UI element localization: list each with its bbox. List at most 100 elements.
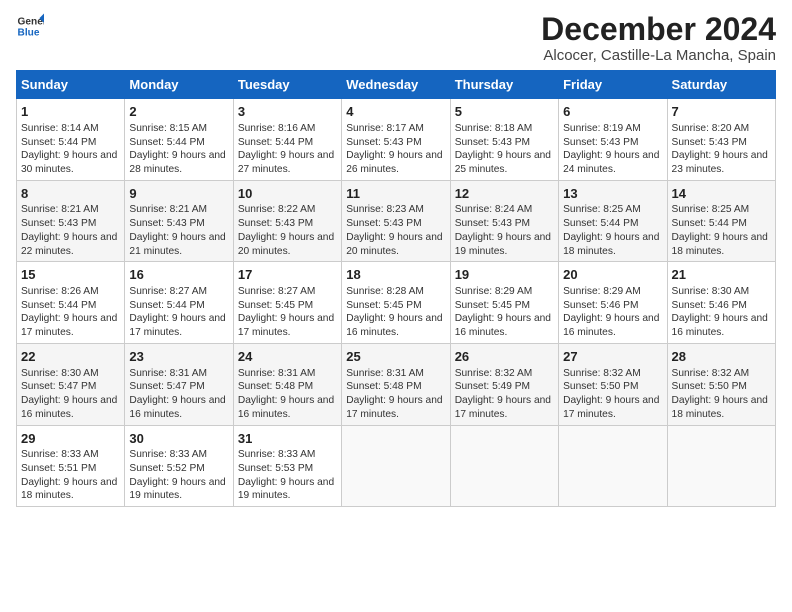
day-number: 29 — [21, 430, 120, 448]
sunrise-label: Sunrise: 8:27 AM — [238, 286, 316, 297]
day-number: 17 — [238, 266, 337, 284]
day-number: 15 — [21, 266, 120, 284]
calendar-week-4: 29Sunrise: 8:33 AMSunset: 5:51 PMDayligh… — [17, 425, 776, 507]
table-row: 14Sunrise: 8:25 AMSunset: 5:44 PMDayligh… — [667, 180, 775, 262]
sunset-label: Sunset: 5:50 PM — [563, 381, 638, 392]
sunset-label: Sunset: 5:47 PM — [129, 381, 204, 392]
table-row — [450, 425, 558, 507]
sunset-label: Sunset: 5:43 PM — [346, 218, 421, 229]
table-row: 30Sunrise: 8:33 AMSunset: 5:52 PMDayligh… — [125, 425, 233, 507]
col-friday: Friday — [559, 71, 667, 99]
sunrise-label: Sunrise: 8:16 AM — [238, 123, 316, 134]
col-thursday: Thursday — [450, 71, 558, 99]
day-number: 26 — [455, 348, 554, 366]
table-row — [667, 425, 775, 507]
sunrise-label: Sunrise: 8:33 AM — [238, 449, 316, 460]
daylight-label: Daylight: 9 hours and 24 minutes. — [563, 150, 659, 175]
day-number: 23 — [129, 348, 228, 366]
day-number: 14 — [672, 185, 771, 203]
day-number: 6 — [563, 103, 662, 121]
calendar-week-0: 1Sunrise: 8:14 AMSunset: 5:44 PMDaylight… — [17, 99, 776, 181]
sunset-label: Sunset: 5:43 PM — [563, 137, 638, 148]
sunrise-label: Sunrise: 8:32 AM — [563, 368, 641, 379]
sunrise-label: Sunrise: 8:27 AM — [129, 286, 207, 297]
calendar-week-2: 15 Sunrise: 8:26 AM Sunset: 5:44 PM Dayligh… — [17, 262, 776, 344]
sunset-label: Sunset: 5:43 PM — [21, 218, 96, 229]
day-number: 28 — [672, 348, 771, 366]
sunset-label: Sunset: 5:50 PM — [672, 381, 747, 392]
sunset-label: Sunset: 5:43 PM — [455, 218, 530, 229]
sunrise-label: Sunrise: 8:29 AM — [455, 286, 533, 297]
table-row: 7Sunrise: 8:20 AMSunset: 5:43 PMDaylight… — [667, 99, 775, 181]
table-row: 2Sunrise: 8:15 AMSunset: 5:44 PMDaylight… — [125, 99, 233, 181]
col-sunday: Sunday — [17, 71, 125, 99]
sunrise-label: Sunrise: 8:18 AM — [455, 123, 533, 134]
table-row: 8Sunrise: 8:21 AMSunset: 5:43 PMDaylight… — [17, 180, 125, 262]
day-number: 5 — [455, 103, 554, 121]
sunrise-label: Sunrise: 8:20 AM — [672, 123, 750, 134]
sunset-label: Sunset: 5:48 PM — [238, 381, 313, 392]
daylight-label: Daylight: 9 hours and 18 minutes. — [672, 395, 768, 420]
sunrise-label: Sunrise: 8:26 AM — [21, 286, 99, 297]
sunset-label: Sunset: 5:51 PM — [21, 463, 96, 474]
daylight-label: Daylight: 9 hours and 17 minutes. — [238, 313, 334, 338]
daylight-label: Daylight: 9 hours and 18 minutes. — [672, 232, 768, 257]
daylight-label: Daylight: 9 hours and 26 minutes. — [346, 150, 442, 175]
table-row — [342, 425, 450, 507]
col-wednesday: Wednesday — [342, 71, 450, 99]
table-row — [559, 425, 667, 507]
table-row: 28 Sunrise: 8:32 AM Sunset: 5:50 PM Dayligh… — [667, 344, 775, 426]
sunrise-label: Sunrise: 8:33 AM — [21, 449, 99, 460]
table-row: 15 Sunrise: 8:26 AM Sunset: 5:44 PM Dayligh… — [17, 262, 125, 344]
sunset-label: Sunset: 5:44 PM — [129, 137, 204, 148]
day-number: 12 — [455, 185, 554, 203]
table-row: 27Sunrise: 8:32 AMSunset: 5:50 PMDayligh… — [559, 344, 667, 426]
sunrise-label: Sunrise: 8:14 AM — [21, 123, 99, 134]
day-number: 10 — [238, 185, 337, 203]
logo-icon: General Blue — [16, 12, 44, 40]
daylight-label: Daylight: 9 hours and 16 minutes. — [346, 313, 442, 338]
daylight-label: Daylight: 9 hours and 20 minutes. — [238, 232, 334, 257]
daylight-label: Daylight: 9 hours and 19 minutes. — [455, 232, 551, 257]
day-number: 22 — [21, 348, 120, 366]
sunrise-label: Sunrise: 8:32 AM — [672, 368, 750, 379]
sunset-label: Sunset: 5:47 PM — [21, 381, 96, 392]
day-number: 25 — [346, 348, 445, 366]
table-row: 25Sunrise: 8:31 AMSunset: 5:48 PMDayligh… — [342, 344, 450, 426]
sunset-label: Sunset: 5:46 PM — [672, 300, 747, 311]
sunset-label: Sunset: 5:43 PM — [238, 218, 313, 229]
table-row: 12Sunrise: 8:24 AM Sunset: 5:43 PM Dayligh… — [450, 180, 558, 262]
table-row: 6Sunrise: 8:19 AMSunset: 5:43 PMDaylight… — [559, 99, 667, 181]
table-row: 22Sunrise: 8:30 AMSunset: 5:47 PMDayligh… — [17, 344, 125, 426]
table-row: 23 Sunrise: 8:31 AM Sunset: 5:47 PM Dayligh… — [125, 344, 233, 426]
day-number: 4 — [346, 103, 445, 121]
daylight-label: Daylight: 9 hours and 18 minutes. — [563, 232, 659, 257]
table-row: 16Sunrise: 8:27 AMSunset: 5:44 PMDayligh… — [125, 262, 233, 344]
day-number: 24 — [238, 348, 337, 366]
daylight-label: Daylight: 9 hours and 16 minutes. — [455, 313, 551, 338]
sunrise-label: Sunrise: 8:32 AM — [455, 368, 533, 379]
daylight-label: Daylight: 9 hours and 20 minutes. — [346, 232, 442, 257]
daylight-label: Daylight: 9 hours and 17 minutes. — [563, 395, 659, 420]
daylight-label: Daylight: 9 hours and 17 minutes. — [346, 395, 442, 420]
logo: General Blue — [16, 12, 44, 40]
table-row: 21Sunrise: 8:30 AMSunset: 5:46 PMDayligh… — [667, 262, 775, 344]
daylight-label: Daylight: 9 hours and 17 minutes. — [129, 313, 225, 338]
sunrise-label: Sunrise: 8:24 AM — [455, 204, 533, 215]
sunset-label: Sunset: 5:53 PM — [238, 463, 313, 474]
sunset-label: Sunset: 5:45 PM — [238, 300, 313, 311]
daylight-label: Daylight: 9 hours and 16 minutes. — [129, 395, 225, 420]
day-number: 7 — [672, 103, 771, 121]
day-number: 21 — [672, 266, 771, 284]
title-block: December 2024 Alcocer, Castille-La Manch… — [541, 12, 776, 64]
sunset-label: Sunset: 5:43 PM — [129, 218, 204, 229]
main-title: December 2024 — [541, 12, 776, 47]
daylight-label: Daylight: 9 hours and 17 minutes. — [21, 313, 117, 338]
sunset-label: Sunset: 5:44 PM — [238, 137, 313, 148]
sunrise-label: Sunrise: 8:31 AM — [129, 368, 207, 379]
sunset-label: Sunset: 5:44 PM — [21, 300, 96, 311]
daylight-label: Daylight: 9 hours and 23 minutes. — [672, 150, 768, 175]
sunrise-label: Sunrise: 8:21 AM — [129, 204, 207, 215]
sunrise-label: Sunrise: 8:33 AM — [129, 449, 207, 460]
table-row: 19Sunrise: 8:29 AMSunset: 5:45 PMDayligh… — [450, 262, 558, 344]
